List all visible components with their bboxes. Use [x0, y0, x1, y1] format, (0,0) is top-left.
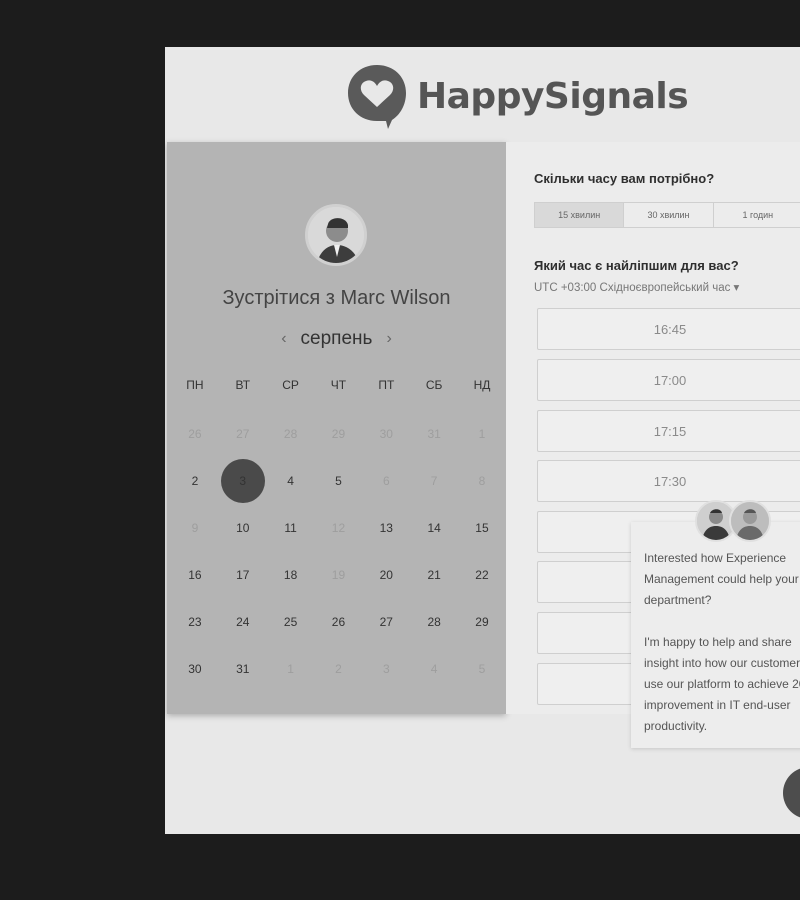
- calendar-day[interactable]: 17: [219, 553, 267, 597]
- calendar-day: 2: [335, 662, 342, 676]
- time-question: Який час є найліпшим для вас?: [534, 258, 739, 273]
- heart-bubble-icon: [348, 65, 406, 129]
- calendar-day[interactable]: 15: [458, 506, 506, 550]
- calendar-week: 16 17 18 19 20 21 22: [171, 553, 506, 597]
- duration-selector: 15 хвилин 30 хвилин 1 годин: [534, 202, 800, 228]
- calendar-day[interactable]: 18: [267, 553, 315, 597]
- chat-agents: [695, 500, 771, 544]
- agent-avatar: [729, 500, 771, 542]
- calendar-day[interactable]: 22: [458, 553, 506, 597]
- calendar-day[interactable]: 11: [267, 506, 315, 550]
- meeting-title: Зустрітися з Marc Wilson: [167, 287, 506, 310]
- previous-month-button[interactable]: ‹: [281, 330, 286, 348]
- calendar-day[interactable]: 10: [219, 506, 267, 550]
- month-label: серпень: [300, 328, 373, 349]
- calendar-week: 30 31 1 2 3 4 5: [171, 647, 506, 691]
- time-slot-button[interactable]: 17:00: [537, 359, 800, 401]
- calendar-day: 5: [478, 662, 486, 676]
- calendar-week: 9 10 11 12 13 14 15: [171, 506, 506, 550]
- calendar-day[interactable]: 13: [362, 506, 410, 550]
- calendar-day: 31: [427, 427, 441, 441]
- weekday-label: СБ: [425, 378, 443, 392]
- calendar-day: 9: [191, 521, 199, 535]
- calendar-day[interactable]: 23: [171, 600, 219, 644]
- brand-name: HappySignals: [417, 75, 689, 117]
- month-navigation: ‹ серпень ›: [167, 328, 506, 350]
- calendar-day: 6: [382, 474, 390, 488]
- calendar-day[interactable]: 2: [171, 459, 219, 503]
- calendar-week: 26 27 28 29 30 31 1: [171, 412, 506, 456]
- duration-option-30[interactable]: 30 хвилин: [624, 203, 714, 227]
- calendar-day[interactable]: 16: [171, 553, 219, 597]
- calendar-day-number: 3: [239, 474, 247, 488]
- timezone-selector[interactable]: UTC +03:00 Східноєвропейський час ▾: [534, 280, 739, 294]
- calendar-day: 26: [188, 427, 202, 441]
- calendar-week: 2 3 4 5 6 7 8: [171, 459, 506, 503]
- calendar-day: 30: [379, 427, 393, 441]
- calendar-day: 1: [287, 662, 294, 676]
- calendar-day: 1: [478, 427, 486, 441]
- time-slot-button[interactable]: 17:30: [537, 460, 800, 502]
- calendar-day[interactable]: 30: [171, 647, 219, 691]
- calendar-day[interactable]: 5: [315, 459, 363, 503]
- calendar-day[interactable]: 29: [458, 600, 506, 644]
- calendar-day[interactable]: 26: [315, 600, 363, 644]
- duration-question: Скільки часу вам потрібно?: [534, 171, 715, 186]
- calendar-day[interactable]: 27: [362, 600, 410, 644]
- calendar-day[interactable]: 28: [410, 600, 458, 644]
- time-slot-button[interactable]: 17:15: [537, 410, 800, 452]
- meeting-title-prefix: Зустрітися з: [222, 287, 341, 309]
- happysignals-logo: HappySignals: [346, 61, 689, 131]
- calendar-day[interactable]: 14: [410, 506, 458, 550]
- weekday-label: ПН: [186, 378, 204, 392]
- next-month-button[interactable]: ›: [386, 330, 391, 348]
- duration-option-60[interactable]: 1 годин: [714, 203, 800, 227]
- calendar-day: 3: [382, 662, 390, 676]
- weekday-label: ВТ: [235, 378, 251, 392]
- calendar-day[interactable]: 25: [267, 600, 315, 644]
- chat-popup[interactable]: Interested how Experience Management cou…: [631, 522, 800, 748]
- calendar-day: 8: [478, 474, 486, 488]
- chat-message: Interested how Experience Management cou…: [644, 548, 800, 737]
- chat-message-line-2: I'm happy to help and share insight into…: [644, 635, 800, 733]
- weekday-label: ЧТ: [330, 378, 347, 392]
- chat-message-line-1: Interested how Experience Management cou…: [644, 551, 799, 607]
- weekday-label: СР: [282, 378, 299, 392]
- weekday-label: НД: [473, 378, 491, 392]
- calendar-day: 4: [430, 662, 438, 676]
- calendar-day: 29: [331, 427, 346, 441]
- calendar-day[interactable]: 21: [410, 553, 458, 597]
- weekday-label: ПТ: [378, 378, 395, 392]
- calendar-day: 19: [331, 568, 346, 582]
- duration-option-15[interactable]: 15 хвилин: [535, 203, 625, 227]
- host-avatar: [305, 204, 367, 266]
- calendar-day: 28: [283, 427, 298, 441]
- calendar-day[interactable]: 20: [362, 553, 410, 597]
- calendar-day[interactable]: 4: [267, 459, 315, 503]
- calendar-day[interactable]: 31: [219, 647, 267, 691]
- calendar-day: 27: [236, 427, 250, 441]
- calendar-day[interactable]: 24: [219, 600, 267, 644]
- time-slot-button[interactable]: 16:45: [537, 308, 800, 350]
- host-name: Marc Wilson: [340, 287, 451, 309]
- calendar-panel: Зустрітися з Marc Wilson ‹ серпень › ПН …: [167, 142, 506, 714]
- calendar-week: 23 24 25 26 27 28 29: [171, 600, 506, 644]
- calendar-day: 7: [430, 474, 438, 488]
- calendar-day-selected[interactable]: 3: [219, 459, 267, 503]
- calendar-day: 12: [331, 521, 346, 535]
- weekday-header: ПН ВТ СР ЧТ ПТ СБ НД: [171, 378, 506, 392]
